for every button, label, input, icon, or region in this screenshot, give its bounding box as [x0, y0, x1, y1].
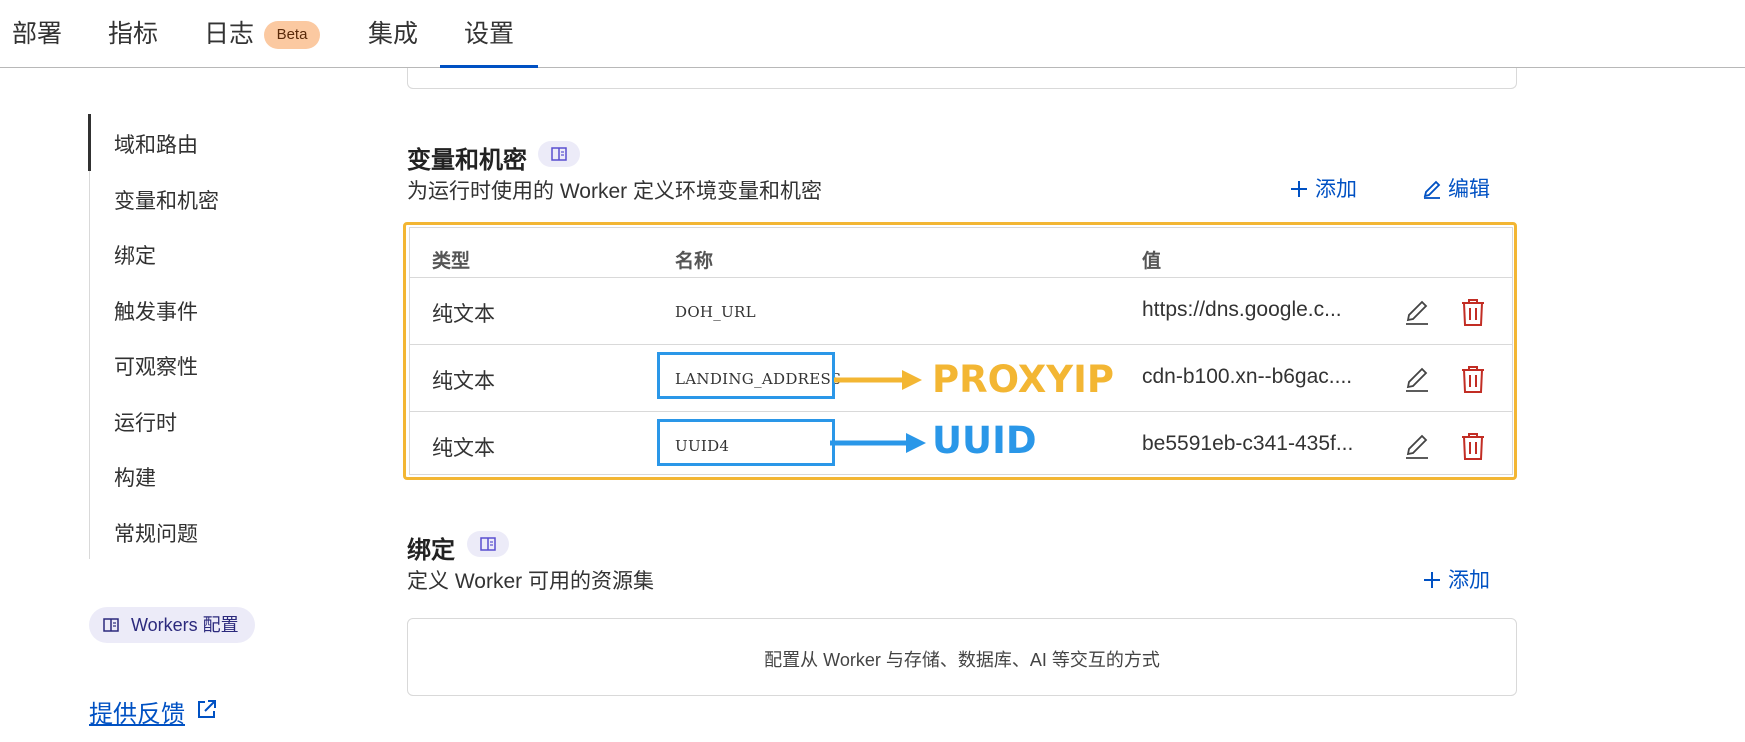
sidebar-item-build[interactable]: 构建 — [114, 462, 156, 492]
feedback-link[interactable]: 提供反馈 — [89, 694, 185, 729]
book-icon — [551, 147, 567, 161]
bindings-section-subtitle: 定义 Worker 可用的资源集 — [407, 570, 654, 593]
tab-logs[interactable]: 日志 — [204, 14, 254, 54]
edit-variables-button[interactable]: 编辑 — [1422, 173, 1490, 203]
settings-sidebar: 域和路由 变量和机密 绑定 触发事件 可观察性 运行时 构建 常规问题 — [88, 114, 289, 559]
bindings-docs-chip[interactable] — [467, 531, 509, 557]
previous-section-card — [407, 68, 1517, 89]
edit-variables-label: 编辑 — [1448, 178, 1490, 201]
tab-deployments[interactable]: 部署 — [12, 14, 62, 54]
external-link-icon — [198, 700, 216, 718]
top-tab-bar: 部署 指标 日志 Beta 集成 设置 — [0, 0, 1745, 68]
bindings-section-title: 绑定 — [407, 537, 455, 564]
variables-section-title: 变量和机密 — [407, 147, 527, 174]
pencil-icon — [1423, 180, 1441, 199]
bindings-empty-state: 配置从 Worker 与存储、数据库、AI 等交互的方式 — [407, 618, 1517, 696]
tab-integrations[interactable]: 集成 — [368, 14, 418, 54]
plus-icon — [1424, 572, 1440, 588]
book-icon — [480, 537, 496, 551]
sidebar-item-observability[interactable]: 可观察性 — [114, 351, 198, 381]
landing-address-highlight — [657, 352, 835, 399]
plus-icon — [1291, 181, 1307, 197]
docs-pill-label: Workers 配置 — [131, 615, 239, 635]
tab-settings[interactable]: 设置 — [439, 14, 539, 68]
workers-config-docs-link[interactable]: Workers 配置 — [89, 607, 255, 643]
beta-badge: Beta — [264, 21, 320, 49]
sidebar-item-general[interactable]: 常规问题 — [114, 518, 198, 548]
add-variable-button[interactable]: 添加 — [1289, 173, 1357, 203]
variables-docs-chip[interactable] — [538, 141, 580, 167]
tab-metrics[interactable]: 指标 — [108, 14, 158, 54]
book-icon — [103, 618, 119, 632]
add-binding-label: 添加 — [1448, 569, 1490, 592]
uuid-highlight — [657, 419, 835, 466]
sidebar-item-variables-secrets[interactable]: 变量和机密 — [114, 185, 219, 215]
arrow-right-icon — [834, 370, 922, 390]
proxyip-annotation: PROXYIP — [932, 358, 1114, 401]
sidebar-item-domains-routes[interactable]: 域和路由 — [114, 129, 198, 159]
uuid-annotation: UUID — [932, 419, 1037, 462]
sidebar-item-triggers[interactable]: 触发事件 — [114, 296, 198, 326]
active-indicator — [88, 114, 91, 171]
empty-state-text: 配置从 Worker 与存储、数据库、AI 等交互的方式 — [764, 650, 1160, 670]
sidebar-item-runtime[interactable]: 运行时 — [114, 407, 177, 437]
sidebar-item-bindings[interactable]: 绑定 — [114, 240, 156, 270]
arrow-right-icon — [830, 433, 926, 453]
add-variable-label: 添加 — [1315, 178, 1357, 201]
variables-section-subtitle: 为运行时使用的 Worker 定义环境变量和机密 — [407, 180, 822, 203]
add-binding-button[interactable]: 添加 — [1422, 564, 1490, 594]
